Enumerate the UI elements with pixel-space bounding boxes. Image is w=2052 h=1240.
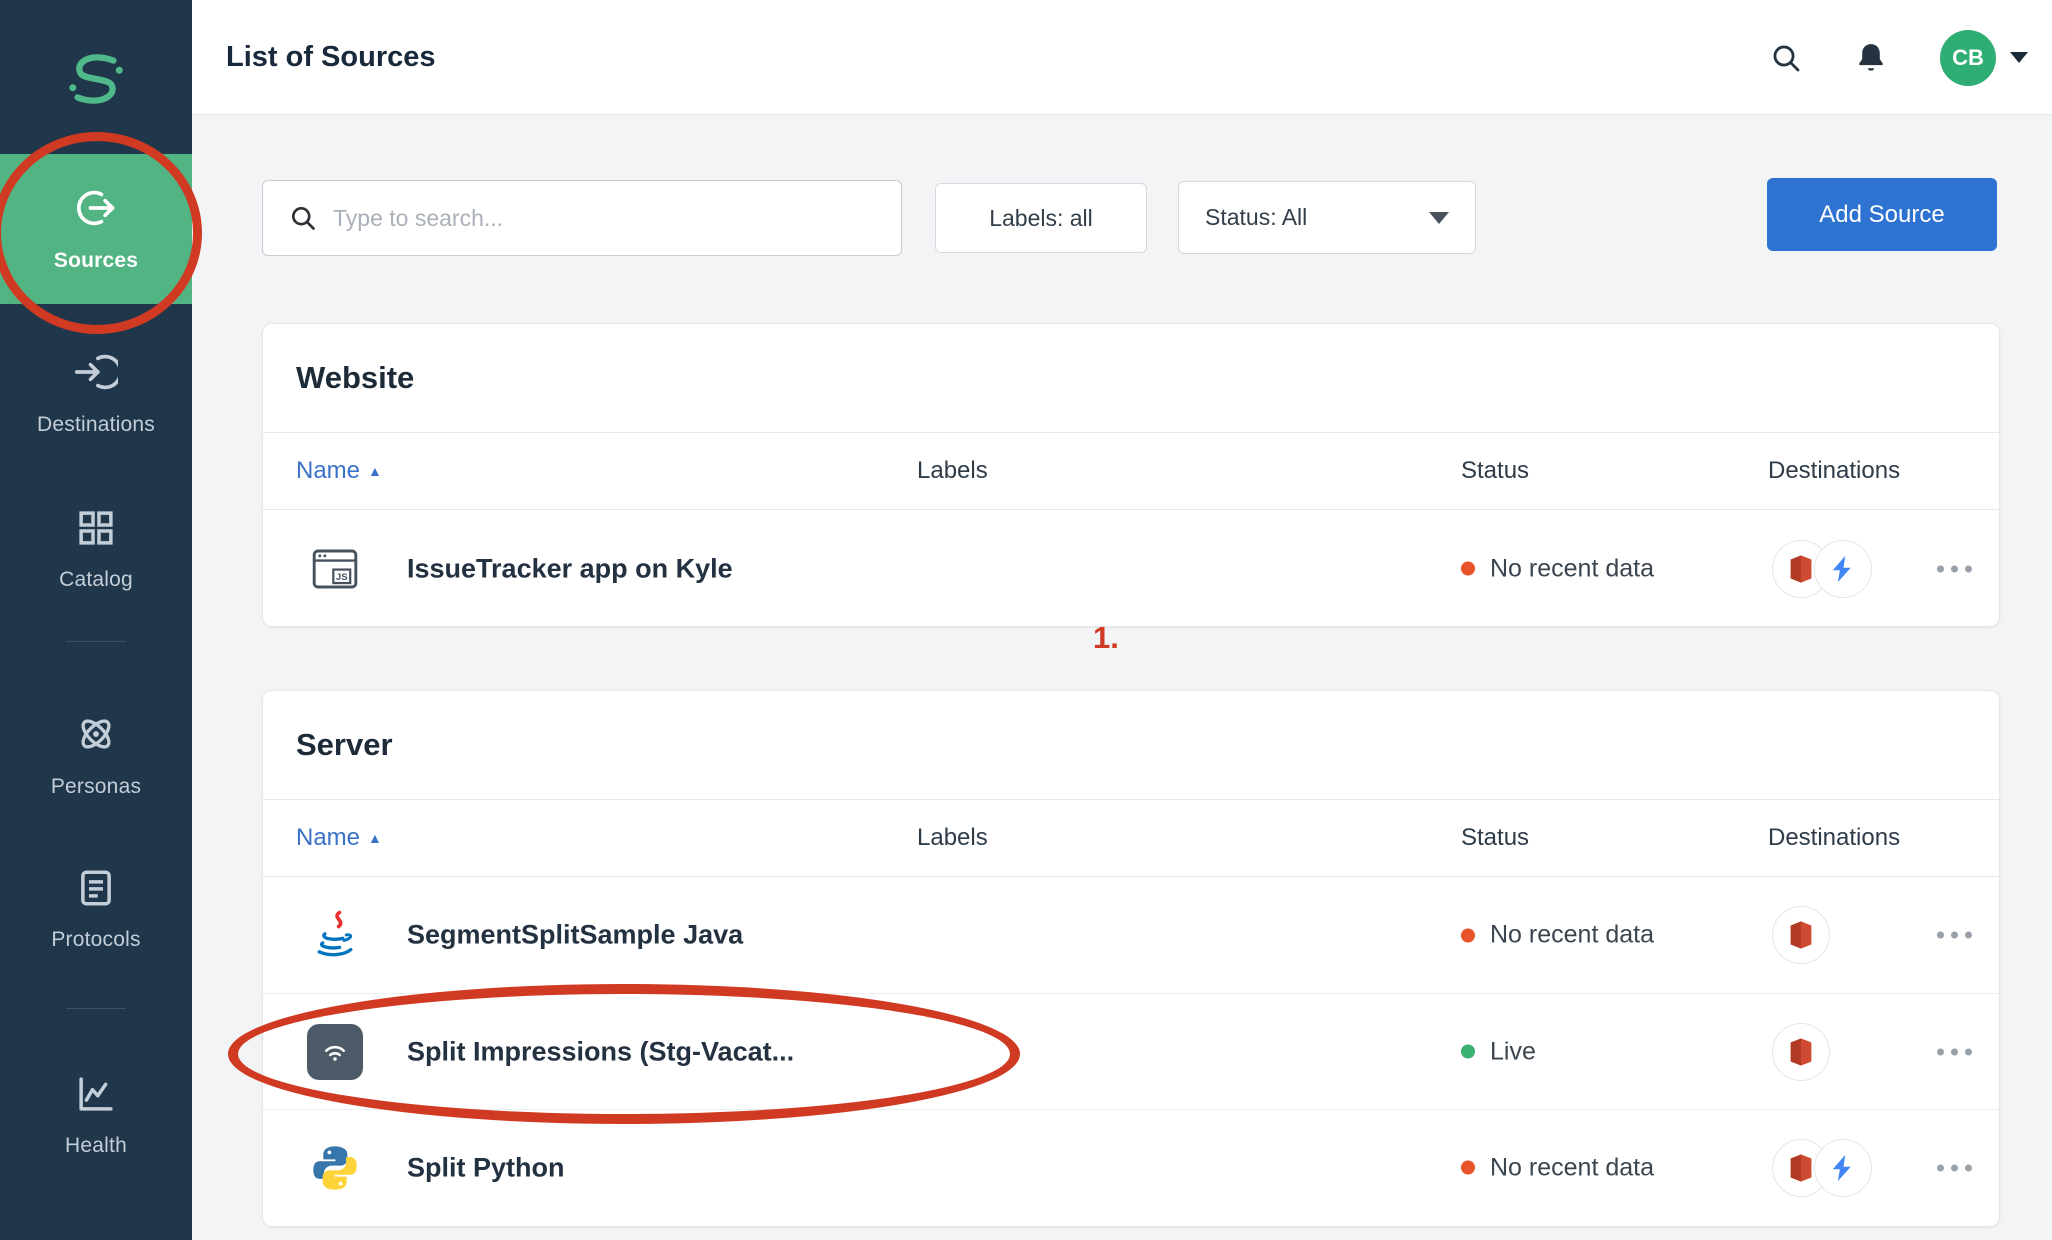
blue-lightning-icon[interactable] [1814,540,1872,598]
section-title: Website [296,360,414,396]
status-dot [1461,562,1475,576]
line-chart-icon [75,1073,117,1120]
wifi-icon [306,1023,364,1081]
avatar[interactable]: CB [1940,30,1996,86]
status-text: Live [1490,1037,1536,1066]
status-cell: No recent data [1461,921,1654,950]
arrow-into-circle-icon [74,350,118,399]
sort-ascending-icon: ▲ [368,830,382,846]
table-row[interactable]: JS IssueTracker app on Kyle No recent da… [263,510,1999,627]
search-icon[interactable] [1770,42,1802,74]
sidebar-item-label: Catalog [59,568,133,592]
table-row[interactable]: Split Python No recent data [263,1109,1999,1225]
row-actions-button[interactable] [1931,1154,1978,1181]
source-name: Split Impressions (Stg-Vacat... [407,1036,794,1067]
destinations-cell [1772,1139,1872,1197]
status-text: No recent data [1490,921,1654,950]
status-cell: No recent data [1461,1153,1654,1182]
column-header-labels: Labels [917,824,988,852]
column-header-labels: Labels [917,457,988,485]
sidebar-divider [66,1008,126,1009]
labels-filter-label: Labels: all [989,205,1093,232]
section-title: Server [296,727,393,763]
sidebar-item-health[interactable]: Health [0,1054,192,1176]
blue-lightning-icon[interactable] [1814,1139,1872,1197]
sidebar-item-personas[interactable]: Personas [0,694,192,816]
column-header-status: Status [1461,824,1529,852]
status-cell: No recent data [1461,554,1654,583]
website-sources-card: Website Name ▲ Labels Status Destination… [262,323,2000,627]
table-header: Name ▲ Labels Status Destinations [263,799,1999,877]
svg-text:JS: JS [336,572,348,583]
row-actions-button[interactable] [1931,1038,1978,1065]
arrow-out-of-circle-icon [74,186,118,235]
column-header-name[interactable]: Name ▲ [296,457,382,485]
source-name: IssueTracker app on Kyle [407,553,733,584]
search-box [262,180,902,256]
status-filter-label: Status: All [1205,204,1307,231]
app-window: Sources Destinations Cata [0,0,2052,1240]
redshift-icon[interactable] [1772,1023,1830,1081]
column-header-destinations: Destinations [1768,824,1900,852]
server-sources-card: Server Name ▲ Labels Status Destinations [262,690,2000,1227]
top-header: List of Sources CB [192,0,2052,115]
python-icon [306,1139,364,1197]
status-text: No recent data [1490,1153,1654,1182]
sidebar-item-label: Sources [54,249,138,273]
table-header: Name ▲ Labels Status Destinations [263,432,1999,510]
status-dot [1461,928,1475,942]
table-row[interactable]: Split Impressions (Stg-Vacat... Live [263,993,1999,1109]
sidebar: Sources Destinations Cata [0,0,192,1240]
sort-ascending-icon: ▲ [368,463,382,479]
column-header-name[interactable]: Name ▲ [296,824,382,852]
column-header-destinations: Destinations [1768,457,1900,485]
grid-icon [75,507,117,554]
sidebar-item-catalog[interactable]: Catalog [0,488,192,610]
sidebar-item-destinations[interactable]: Destinations [0,332,192,454]
redshift-icon[interactable] [1772,906,1830,964]
row-actions-button[interactable] [1931,922,1978,949]
status-dot [1461,1161,1475,1175]
source-name: SegmentSplitSample Java [407,920,743,951]
java-icon [306,906,364,964]
status-dot [1461,1045,1475,1059]
destinations-cell [1772,540,1872,598]
sidebar-item-label: Personas [51,775,141,799]
chevron-down-icon [1429,212,1449,224]
sidebar-item-label: Protocols [51,928,140,952]
search-icon [289,204,317,232]
page-title: List of Sources [226,0,436,115]
destinations-cell [1772,1023,1830,1081]
row-actions-button[interactable] [1931,555,1978,582]
sidebar-item-protocols[interactable]: Protocols [0,848,192,970]
status-filter-select[interactable]: Status: All [1178,181,1476,254]
status-text: No recent data [1490,554,1654,583]
javascript-browser-icon: JS [306,540,364,598]
notifications-bell-icon[interactable] [1854,41,1888,75]
destinations-cell [1772,906,1830,964]
search-input[interactable] [333,181,889,255]
add-source-button[interactable]: Add Source [1767,178,1997,251]
caret-down-icon [2010,52,2028,63]
status-cell: Live [1461,1037,1536,1066]
table-row[interactable]: SegmentSplitSample Java No recent data [263,877,1999,993]
segment-logo[interactable] [0,48,192,110]
atom-icon [74,712,118,761]
sidebar-item-label: Destinations [37,413,155,437]
column-header-status: Status [1461,457,1529,485]
sidebar-item-label: Health [65,1134,127,1158]
sidebar-item-sources[interactable]: Sources [0,154,192,304]
sidebar-divider [66,641,126,642]
document-icon [75,867,117,914]
account-menu[interactable]: CB [1940,30,2028,86]
labels-filter-button[interactable]: Labels: all [935,183,1147,253]
add-source-label: Add Source [1819,201,1944,229]
source-name: Split Python [407,1152,565,1183]
